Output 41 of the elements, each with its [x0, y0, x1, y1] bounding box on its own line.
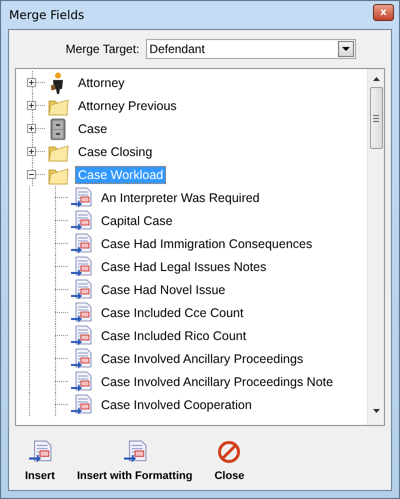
tree-item[interactable]: An Interpreter Was Required [98, 188, 263, 206]
scrollbar[interactable] [367, 69, 384, 425]
expand-icon[interactable] [27, 101, 36, 110]
tree-item[interactable]: Case Involved Ancillary Proceedings [98, 350, 306, 368]
merge-target-dropdown[interactable]: Defendant [146, 39, 356, 59]
tree-item[interactable]: Case Closing [75, 142, 156, 160]
expand-icon[interactable] [27, 124, 36, 133]
tree-item[interactable]: Case Involved Cooperation [98, 396, 255, 414]
close-button[interactable]: Close [210, 440, 248, 482]
document-arrow-icon [70, 324, 92, 346]
scroll-down-icon[interactable] [372, 409, 380, 413]
collapse-icon[interactable] [27, 170, 36, 179]
tree-item[interactable]: Attorney [75, 74, 128, 92]
document-arrow-icon [70, 278, 92, 300]
tree-item[interactable]: Case Involved Ancillary Proceedings Note [98, 372, 336, 390]
document-arrow-icon [70, 210, 92, 232]
document-arrow-icon [70, 256, 92, 278]
tree-item[interactable]: Case [75, 120, 110, 138]
expand-icon[interactable] [27, 147, 36, 156]
tree-item[interactable]: Case Included Cce Count [98, 304, 246, 322]
document-arrow-icon [70, 232, 92, 254]
tree-item[interactable]: Case Included Rico Count [98, 326, 250, 344]
document-arrow-icon [70, 348, 92, 370]
tree-item[interactable]: Attorney Previous [75, 96, 180, 114]
merge-target-label: Merge Target: [66, 42, 140, 56]
tree-item[interactable]: Capital Case [98, 212, 176, 230]
expand-icon[interactable] [27, 78, 36, 87]
document-arrow-icon [70, 370, 92, 392]
scroll-up-icon[interactable] [372, 77, 380, 81]
tree-item[interactable]: Case Had Legal Issues Notes [98, 258, 270, 276]
document-arrow-icon [28, 440, 52, 464]
insert-button[interactable]: Insert [21, 440, 59, 482]
no-entry-icon [217, 440, 242, 464]
document-arrow-icon [122, 440, 147, 464]
tree-item[interactable]: Case Had Novel Issue [98, 280, 228, 298]
document-arrow-icon [70, 394, 92, 416]
tree-item[interactable]: Case Had Immigration Consequences [98, 234, 316, 252]
document-arrow-icon [70, 186, 92, 208]
window-title: Merge Fields [8, 8, 84, 22]
insert-button[interactable]: Insert with Formatting [72, 440, 196, 482]
document-arrow-icon [70, 302, 92, 324]
